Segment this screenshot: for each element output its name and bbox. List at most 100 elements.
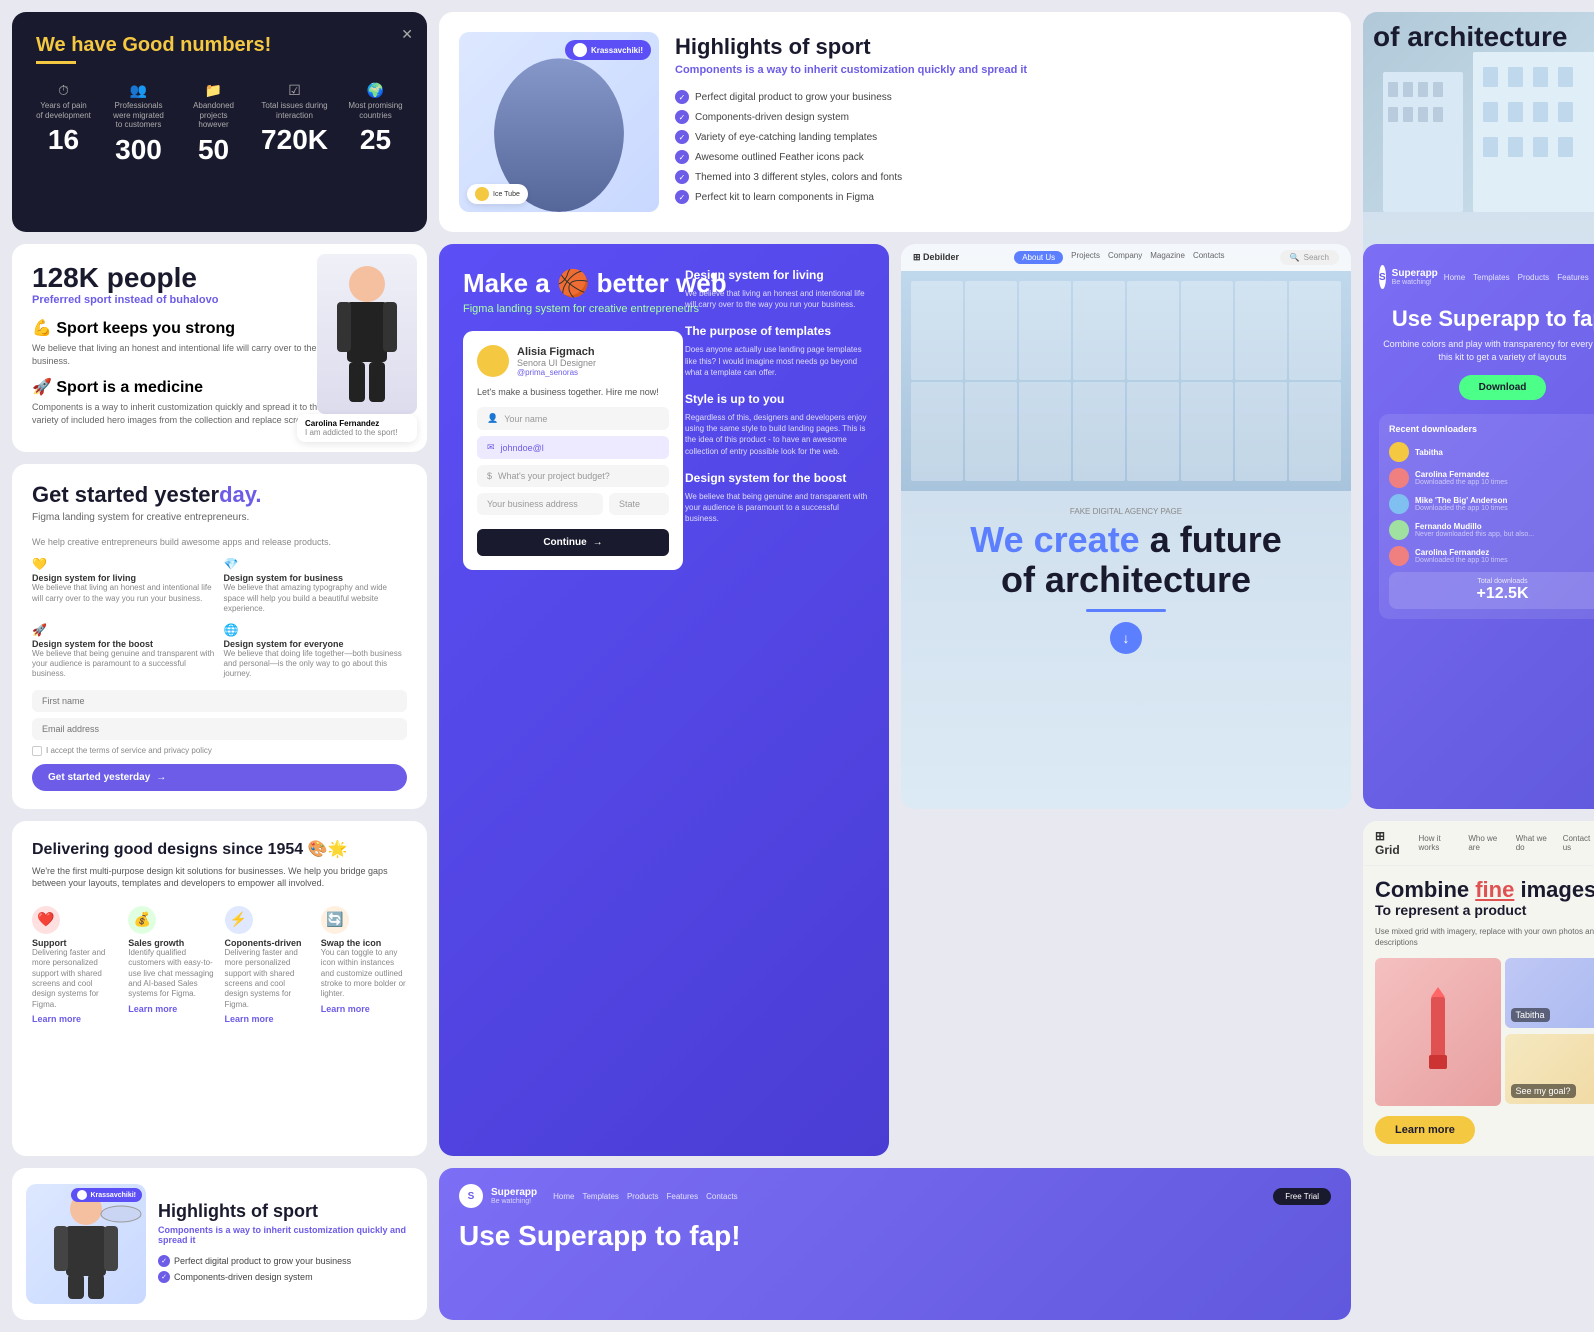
feature-boost: 🚀 Design system for the boost We believe… [32, 623, 216, 680]
bottom-nav-products[interactable]: Products [627, 1192, 659, 1201]
stat-years: ⏱ Years of pain of development 16 [36, 82, 91, 166]
arch-building: of architecture [1363, 12, 1594, 212]
grid-nav-links: How it works Who we are What we do Conta… [1418, 834, 1594, 852]
email-field[interactable]: ✉ johndoe@l [477, 436, 669, 459]
stat-countries: 🌍 Most promising countries 25 [348, 82, 403, 166]
arch-down-btn[interactable]: ↓ [1110, 622, 1142, 654]
lipstick-svg [1413, 987, 1463, 1077]
delivering-tagline: We're the first multi-purpose design kit… [32, 865, 407, 890]
abandoned-label: Abandoned projects however [186, 101, 241, 130]
dl-info: Carolina Fernandez Downloaded the app 10… [1415, 470, 1508, 486]
swap-learn-link[interactable]: Learn more [321, 1004, 407, 1014]
countries-icon: 🌍 [348, 82, 403, 99]
better-web-sections: Design system for living We believe that… [669, 244, 889, 1156]
nav-magazine[interactable]: Magazine [1150, 251, 1185, 264]
address-field[interactable]: Your business address [477, 493, 603, 515]
nav-features[interactable]: Features [1557, 273, 1589, 282]
feature-swap: 🔄 Swap the icon You can toggle to any ic… [321, 906, 407, 1024]
support-icon: ❤️ [32, 906, 60, 934]
boost-icon: 🚀 [32, 623, 216, 637]
check-icon: ✓ [675, 130, 689, 144]
good-numbers-underline [36, 61, 76, 64]
highlights-title: Highlights of sport [675, 34, 1327, 60]
nav-about[interactable]: About Us [1014, 251, 1063, 264]
section-body-living: We believe that living an honest and int… [685, 288, 873, 310]
everyone-icon: 🌐 [224, 623, 408, 637]
ice-tube-chip: Ice Tube [467, 184, 528, 204]
nav-company[interactable]: Company [1108, 251, 1142, 264]
get-started-button[interactable]: Get started yesterday → [32, 764, 407, 791]
mosaic-goal: See my goal? [1505, 1034, 1594, 1104]
bottom-nav-features[interactable]: Features [667, 1192, 699, 1201]
superapp-nav: S Superapp Be watching! Home Templates P… [1379, 264, 1594, 290]
continue-button[interactable]: Continue → [477, 529, 669, 556]
building-grid [901, 271, 1351, 491]
bottom-nav-home[interactable]: Home [553, 1192, 574, 1201]
make-a-text: Make a [463, 268, 557, 298]
user-chip-carolina: Carolina Fernandez I am addicted to the … [297, 414, 417, 442]
nav-home[interactable]: Home [1444, 273, 1465, 282]
name-field[interactable]: 👤 Your name [477, 407, 669, 430]
grid-card: ⊞ Grid How it works Who we are What we d… [1363, 821, 1594, 1157]
support-learn-link[interactable]: Learn more [32, 1014, 118, 1024]
image-mosaic: Tabitha See my goal? [1375, 958, 1594, 1106]
building-cell [911, 382, 963, 481]
downloader-fernando: Fernando Mudillo Never downloaded this a… [1389, 520, 1594, 540]
recent-title: Recent downloaders [1389, 424, 1594, 434]
grid-nav-what[interactable]: What we do [1516, 834, 1555, 852]
bottom-nav-contacts[interactable]: Contacts [706, 1192, 738, 1201]
close-icon[interactable]: ✕ [401, 26, 413, 43]
section-body-boost: We believe that being genuine and transp… [685, 491, 873, 525]
nav-templates[interactable]: Templates [1473, 273, 1509, 282]
grid-nav-how[interactable]: How it works [1418, 834, 1460, 852]
check-icon: ✓ [675, 110, 689, 124]
recent-downloaders: Recent downloaders Tabitha Carolina Fern… [1379, 414, 1594, 619]
superapp-bottom-name-area: Superapp Be watching! [491, 1187, 537, 1205]
dl-avatar [1389, 546, 1409, 566]
building-cell [965, 382, 1017, 481]
stat-abandoned: 📁 Abandoned projects however 50 [186, 82, 241, 166]
section-title-style: Style is up to you [685, 392, 873, 406]
agency-search[interactable]: 🔍 Search [1280, 250, 1339, 265]
superapp-desc: Combine colors and play with transparenc… [1379, 338, 1594, 363]
arch-title: of architecture [1373, 22, 1568, 53]
dollar-icon: $ [487, 471, 492, 481]
nav-projects[interactable]: Projects [1071, 251, 1100, 264]
emoji-icon: 🏀 [557, 268, 589, 298]
email-input[interactable] [32, 718, 407, 740]
learn-more-button[interactable]: Learn more [1375, 1116, 1475, 1144]
bottom-nav-templates[interactable]: Templates [582, 1192, 618, 1201]
get-started-help: We help creative entrepreneurs build awe… [32, 537, 407, 547]
athlete-image [317, 254, 417, 414]
business-icon: 💎 [224, 557, 408, 571]
building-cell [1235, 382, 1287, 481]
terms-checkbox[interactable] [32, 746, 42, 756]
nav-products[interactable]: Products [1518, 273, 1550, 282]
sport-image: Krassavchiki! Ice Tube [459, 32, 659, 212]
superapp-bottom-title: Use Superapp to fap! [459, 1220, 1331, 1252]
download-button[interactable]: Download [1459, 375, 1547, 400]
address-row: Your business address State [477, 493, 669, 521]
first-name-input[interactable] [32, 690, 407, 712]
free-trial-btn-bottom[interactable]: Free Trial [1273, 1188, 1331, 1205]
building-cell [1019, 281, 1071, 380]
get-started-title: Get started yesterday. [32, 482, 407, 508]
sales-learn-link[interactable]: Learn more [128, 1004, 214, 1014]
check-icon: ✓ [675, 190, 689, 204]
fake-label: FAKE DIGITAL AGENCY PAGE [913, 507, 1339, 516]
grid-nav-contact[interactable]: Contact us [1563, 834, 1594, 852]
budget-field[interactable]: $ What's your project budget? [477, 465, 669, 487]
superapp-bottom-card: S Superapp Be watching! Home Templates P… [439, 1168, 1351, 1320]
components-learn-link[interactable]: Learn more [225, 1014, 311, 1024]
building-cell [1073, 382, 1125, 481]
grid-title: Combine fine images [1375, 878, 1594, 902]
get-started-card: Get started yesterday. Figma landing sys… [12, 464, 427, 808]
nav-contacts[interactable]: Contacts [1193, 251, 1225, 264]
arch-bar [1086, 609, 1166, 612]
state-field[interactable]: State [609, 493, 669, 515]
profile-info: Alisia Figmach Senora UI Designer @prima… [517, 346, 596, 377]
grid-nav-who[interactable]: Who we are [1468, 834, 1507, 852]
agency-logo: ⊞ Debilder [913, 252, 959, 263]
professionals-value: 300 [111, 134, 166, 166]
stats-row: ⏱ Years of pain of development 16 👥 Prof… [36, 82, 403, 166]
